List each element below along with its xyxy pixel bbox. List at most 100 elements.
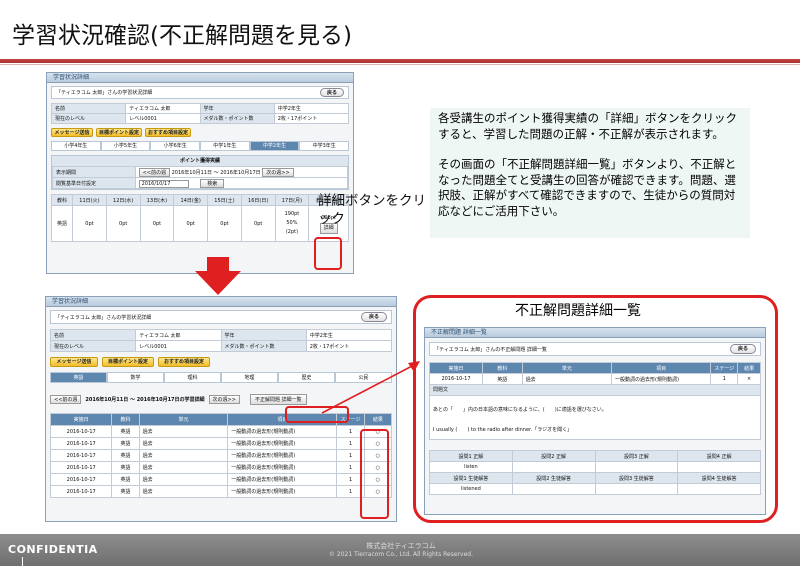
cell-item: 一般動詞の過去形(規則動詞) [227, 449, 338, 462]
col-day: 14日(金) [173, 194, 209, 206]
cell-subject: 英語 [111, 473, 140, 486]
student-answer-header: 設問4 生徒解答 [677, 472, 761, 484]
answer-cell: listen [429, 461, 513, 473]
info-label: メダル数・ポイント数 [220, 340, 307, 352]
tab-science[interactable]: 理科 [164, 372, 221, 383]
screen2-header: 「ティエラコム 太郎」さんの学習状況詳細 戻る [50, 310, 392, 324]
info-label: 現在のレベル [49, 340, 137, 352]
prev-week-button[interactable]: <<前の週 [138, 167, 170, 177]
note-paragraph-2: その画面の「不正解問題詳細一覧」ボタンより、不正解となった問題全てと受講生の回答… [438, 157, 737, 218]
answer-cell [511, 461, 596, 473]
tab-grade-e4[interactable]: 小学4年生 [51, 141, 101, 151]
student-answer-cell [511, 483, 596, 495]
col-day: 16日(日) [240, 194, 276, 206]
footer-company: 株式会社ティエラコム [366, 542, 436, 550]
info-value: ティエラコム 太郎 [135, 329, 222, 341]
info-value: ティエラコム 太郎 [125, 103, 201, 114]
screen1-header: 「ティエラコム 太郎」さんの学習状況詳細 戻る [51, 86, 349, 99]
tab-geography[interactable]: 地理 [221, 372, 278, 383]
student-answer-cell [677, 483, 761, 495]
study-detail-table: 実施日 教科 単元 項目 ステージ 結果 2016-10-17 英語 過去 一般動詞の… [49, 413, 393, 498]
recommend-items-button[interactable]: おすすめ項目設定 [145, 128, 191, 137]
footer-tick [22, 557, 23, 566]
cell-subject: 英語 [111, 437, 140, 450]
screen3-window-title: 不正解問題 詳細一覧 [431, 329, 487, 336]
period-range: 2016年10月11日 ～ 2016年10月17日の学習詳細 [85, 396, 205, 403]
screen2-info-table: 名前 ティエラコム 太郎 学年 中学2年生 現在のレベル レベル0001 メダル数・ポイン… [49, 329, 393, 352]
cell-unit: 過去 [138, 461, 229, 474]
tab-grade-e5[interactable]: 小学5年生 [100, 141, 151, 151]
col-date: 実施日 [49, 413, 113, 426]
recommend-items-button[interactable]: おすすめ項目設定 [158, 357, 210, 367]
row-subject: 英語 [50, 205, 74, 242]
student-answer-cell: listened [429, 483, 513, 495]
col-subject: 教科 [111, 413, 140, 426]
search-button[interactable]: 検索 [200, 178, 225, 188]
table-row: 2016-10-17 英語 過去 一般動詞の過去形(規則動詞) 1 ○ [49, 437, 393, 450]
prev-week-button[interactable]: <<前の週 [50, 394, 82, 404]
screen2-back-button[interactable]: 戻る [361, 312, 387, 322]
col-day: 17日(月) [274, 194, 310, 206]
col-day: 11日(火) [72, 194, 107, 206]
screen3-back-button[interactable]: 戻る [730, 344, 756, 354]
period-label: 表示期間 [52, 166, 136, 178]
incorrect-list-button[interactable]: 不正解問題 詳細一覧 [249, 393, 307, 405]
table-row: 2016-10-17 英語 過去 一般動詞の過去形(規則動詞) 1 ○ [49, 461, 393, 474]
points-cell: 0pt [240, 205, 276, 242]
base-date-input[interactable]: 2016/10/17 [138, 179, 189, 188]
info-label: 学年 [220, 329, 307, 341]
send-message-button[interactable]: メッセージ送信 [50, 357, 98, 367]
cell-date: 2016-10-17 [49, 461, 113, 474]
cell-unit: 過去 [138, 425, 229, 438]
next-week-button[interactable]: 次の週>> [208, 394, 240, 404]
footer-confidential: CONFIDENTIA [8, 543, 98, 556]
screen1-header-title: 「ティエラコム 太郎」さんの学習状況詳細 [56, 90, 153, 96]
info-value: レベル0001 [135, 340, 222, 352]
cell-unit: 過去 [521, 373, 613, 385]
cell-result: × [737, 373, 761, 385]
cell-unit: 過去 [138, 473, 229, 486]
screen1-titlebar: 学習状況詳細 [47, 73, 353, 83]
cell-subject: 英語 [481, 373, 523, 385]
tab-grade-j2[interactable]: 中学2年生 [249, 141, 300, 151]
cell-item: 一般動詞の過去形(規則動詞) [227, 425, 338, 438]
points-cell: 0pt [105, 205, 141, 242]
screen3-window: 不正解問題 詳細一覧 「ティエラコム 太郎」さんの不正解問題 詳細一覧 戻る 実… [424, 327, 766, 515]
col-day: 13日(木) [139, 194, 175, 206]
points-table: 教科 11日(火) 12日(水) 13日(木) 14日(金) 15日(土) 16… [50, 194, 349, 242]
points-17-rate: 50% [286, 220, 298, 226]
incorrect-summary-table: 実施日 教科 単元 項目 ステージ 結果 2016-10-17 英語 過去 一般… [429, 362, 761, 385]
question-text-ja: あとの「 」内の日本語の意味になるように、( )に適語を選びなさい。 [433, 407, 607, 413]
target-points-button[interactable]: 目標ポイント設定 [102, 357, 154, 367]
tab-english[interactable]: 英語 [50, 372, 107, 383]
cell-date: 2016-10-17 [49, 485, 113, 498]
answer-table: 設問1 正解 設問2 正解 設問3 正解 設問4 正解 listen 設問1 生… [429, 450, 761, 495]
tab-grade-e6[interactable]: 小学6年生 [150, 141, 201, 151]
cell-item: 一般動詞の過去形(規則動詞) [611, 373, 712, 385]
col-unit: 単元 [521, 362, 613, 374]
question-body: あとの「 」内の日本語の意味になるように、( )に適語を選びなさい。 I usu… [429, 396, 761, 440]
col-date: 実施日 [429, 362, 483, 374]
student-answer-cell [594, 483, 679, 495]
next-week-button[interactable]: 次の週>> [262, 167, 294, 177]
table-row: 2016-10-17 英語 過去 一般動詞の過去形(規則動詞) 1 ○ [49, 485, 393, 498]
tab-grade-j1[interactable]: 中学1年生 [200, 141, 250, 151]
col-day: 15日(土) [207, 194, 242, 206]
screen1-back-button[interactable]: 戻る [320, 88, 344, 97]
base-date-label: 閲覧基準日付設定 [52, 177, 136, 189]
slide-title: 学習状況確認(不正解問題を見る) [12, 23, 352, 49]
send-message-button[interactable]: メッセージ送信 [51, 128, 93, 137]
explanation-note: 各受講生のポイント獲得実績の「詳細」ボタンをクリックすると、学習した問題の正解・… [430, 108, 750, 238]
tab-math[interactable]: 数学 [107, 372, 164, 383]
points-cell: 0pt [139, 205, 175, 242]
cell-date: 2016-10-17 [49, 425, 113, 438]
points-17-extra: (2pt) [285, 229, 299, 235]
tab-grade-j3[interactable]: 中学3年生 [299, 141, 350, 151]
cell-date: 2016-10-17 [49, 449, 113, 462]
answer-header: 設問3 正解 [594, 450, 679, 462]
info-label: メダル数・ポイント数 [199, 113, 275, 124]
period-table: 表示期間 <<前の週 2016年10月11日 ～ 2016年10月17日 次の週… [52, 166, 349, 189]
target-points-button[interactable]: 目標ポイント設定 [96, 128, 142, 137]
question-label: 問題文 [429, 385, 761, 396]
cell-date: 2016-10-17 [49, 437, 113, 450]
